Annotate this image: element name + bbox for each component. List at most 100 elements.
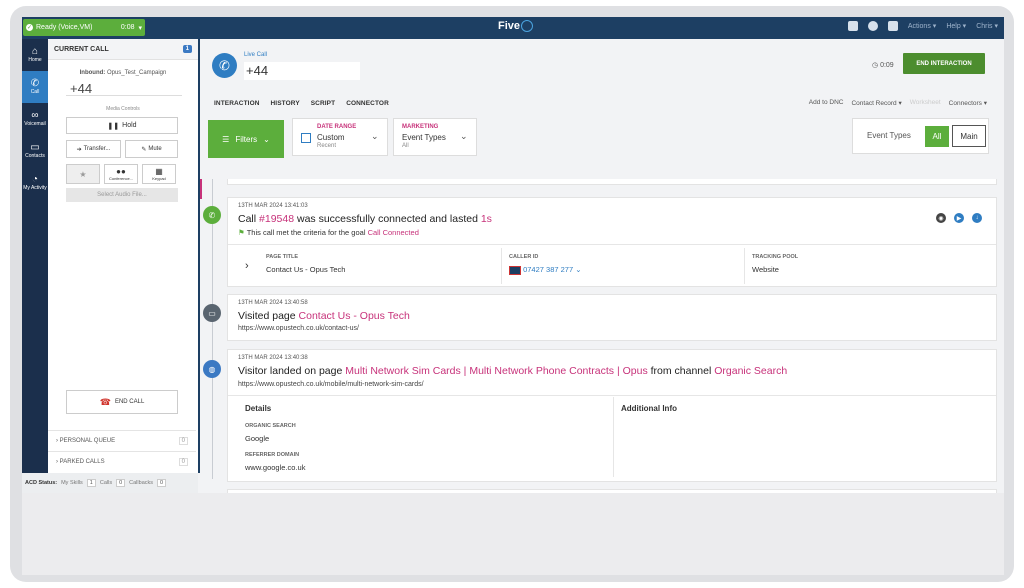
media-controls-label: Media Controls [106,106,140,112]
landing-prefix: Visitor landed on page [238,365,346,377]
call-id-link[interactable]: #19548 [259,213,294,225]
nav-home[interactable]: ⌂ Home [22,39,48,71]
scroll-indicator [200,179,202,199]
logo-text: Five [498,20,521,32]
app-logo: Five [498,20,534,33]
chevron-down-icon: ▾ [138,24,142,32]
caller-id-value[interactable]: 07427 387 277 ⌄ [509,265,582,275]
contact-record-menu[interactable]: Contact Record ▾ [851,99,901,107]
hold-label: Hold [122,122,137,129]
empty-area [22,493,1004,575]
play-icon[interactable]: ▶ [954,213,964,223]
phone-icon: ✆ [30,78,40,89]
clock-icon: ◷ [872,62,879,69]
help-menu[interactable]: Help ▾ [946,22,966,30]
nav-voicemail[interactable]: ∞ Voicemail [22,103,48,135]
nav-activity[interactable]: ◔ My Activity [22,167,48,199]
contact-record-label: Contact Record [851,100,897,107]
filters-button[interactable]: ☰ Filters ⌄ [208,120,284,158]
end-call-label: END CALL [114,399,145,405]
select-audio-file[interactable]: Select Audio File... [66,188,178,202]
date-range-sub: Recent [317,143,337,149]
landing-channel: Organic Search [714,365,788,377]
date-range-filter[interactable]: DATE RANGE Custom Recent ⌄ [292,118,388,156]
transfer-button[interactable]: ➔ Transfer... [66,140,121,158]
app-window: ✓ Ready (Voice,VM) 0:08 ▾ Five Actions ▾… [22,17,1004,493]
nav-home-label: Home [28,57,42,63]
pause-icon: ❚❚ [107,122,120,130]
skills-label: My Skills [61,480,83,486]
current-call-header: CURRENT CALL 1 [48,39,198,60]
user-menu[interactable]: Chris ▾ [976,22,998,30]
phone-icon: ✆ [212,53,237,78]
record-icon: ★ [79,169,87,179]
calendar-icon[interactable] [887,21,898,31]
landing-middle-text: from channel [647,365,715,377]
keypad-icon: ▦ [155,167,163,176]
personal-queue-label: PERSONAL QUEUE [59,437,116,444]
tracking-pool-value: Website [752,265,779,274]
status-label: Ready [36,24,57,31]
call-middle-text: was successfully connected and lasted [294,213,481,225]
help-label: Help [946,23,961,30]
actions-menu[interactable]: Actions ▾ [908,22,936,30]
expand-chevron-icon[interactable]: › [245,260,249,272]
voicemail-icon: ∞ [31,110,39,121]
call-event-icon: ✆ [203,206,221,224]
keypad-button[interactable]: ▦ Keypad [142,164,176,184]
current-call-panel: CURRENT CALL 1 Inbound: Opus_Test_Campai… [48,39,200,473]
globe-icon: ◍ [203,360,221,378]
mic-off-icon: ✎ [141,146,147,153]
column-divider [501,248,502,284]
agent-status-dropdown[interactable]: ✓ Ready (Voice,VM) 0:08 ▾ [23,19,145,36]
home-icon: ⌂ [31,46,39,57]
tab-connector[interactable]: CONNECTOR [346,100,389,107]
conference-button[interactable]: ●● Conference... [104,164,138,184]
nav-contacts[interactable]: ▭ Contacts [22,135,48,167]
logo-nine-icon [521,20,534,33]
chat-icon[interactable] [867,21,878,31]
visit-url: https://www.opustech.co.uk/contact-us/ [238,325,360,332]
current-call-title: CURRENT CALL [54,45,109,53]
mute-button[interactable]: ✎ Mute [125,140,178,158]
tracking-pool-label: TRACKING POOL [752,254,799,260]
download-icon[interactable]: ↓ [972,213,982,223]
visit-page-link[interactable]: Contact Us - Opus Tech [299,310,410,322]
arrow-right-icon: ➔ [76,146,82,153]
parked-calls-row[interactable]: › PARKED CALLS 0 [48,451,196,471]
filters-label: Filters [235,134,258,144]
nav-call[interactable]: ✆ Call [22,71,48,103]
page-visit-icon: ▭ [203,304,221,322]
connectors-menu[interactable]: Connectors ▾ [949,99,987,107]
referrer-domain-value: www.google.co.uk [245,463,306,472]
goal-name: Call Connected [367,228,419,237]
call-prefix: Call [238,213,260,225]
tab-script[interactable]: SCRIPT [311,100,335,107]
call-goal-line: ⚑ This call met the criteria for the goa… [238,228,419,237]
call-event-actions: ◉ ▶ ↓ [936,213,982,223]
worksheet-link[interactable]: Worksheet [910,99,941,107]
landing-page-link[interactable]: Multi Network Sim Cards | Multi Network … [345,365,647,377]
marketing-filter[interactable]: MARKETING Event Types All ⌄ [393,118,477,156]
timeline-card-partial-bottom [227,489,997,493]
personal-queue-row[interactable]: › PERSONAL QUEUE 0 [48,430,196,450]
top-bar: ✓ Ready (Voice,VM) 0:08 ▾ Five Actions ▾… [22,17,1004,39]
landing-title: Visitor landed on page Multi Network Sim… [238,365,787,377]
tab-history[interactable]: HISTORY [271,100,300,107]
event-types-main-button[interactable]: Main [952,125,986,147]
status-time: 0:08 [120,24,135,31]
hold-button[interactable]: ❚❚ Hold [66,117,178,134]
call-tools-row: ★ ●● Conference... ▦ Keypad [66,164,198,184]
tab-interaction[interactable]: INTERACTION [214,100,260,107]
inbound-campaign: Inbound: Opus_Test_Campaign [48,70,198,76]
view-icon[interactable]: ◉ [936,213,946,223]
folder-icon: ▭ [30,142,40,153]
end-call-button[interactable]: ☎ END CALL [66,390,178,414]
callbacks-label: Callbacks [129,480,153,486]
add-to-dnc-link[interactable]: Add to DNC [809,99,844,107]
record-button[interactable]: ★ [66,164,100,184]
marketing-title: MARKETING [402,124,439,130]
book-icon[interactable] [847,21,858,31]
end-interaction-button[interactable]: END INTERACTION [903,53,985,74]
event-types-all-button[interactable]: All [925,126,949,147]
